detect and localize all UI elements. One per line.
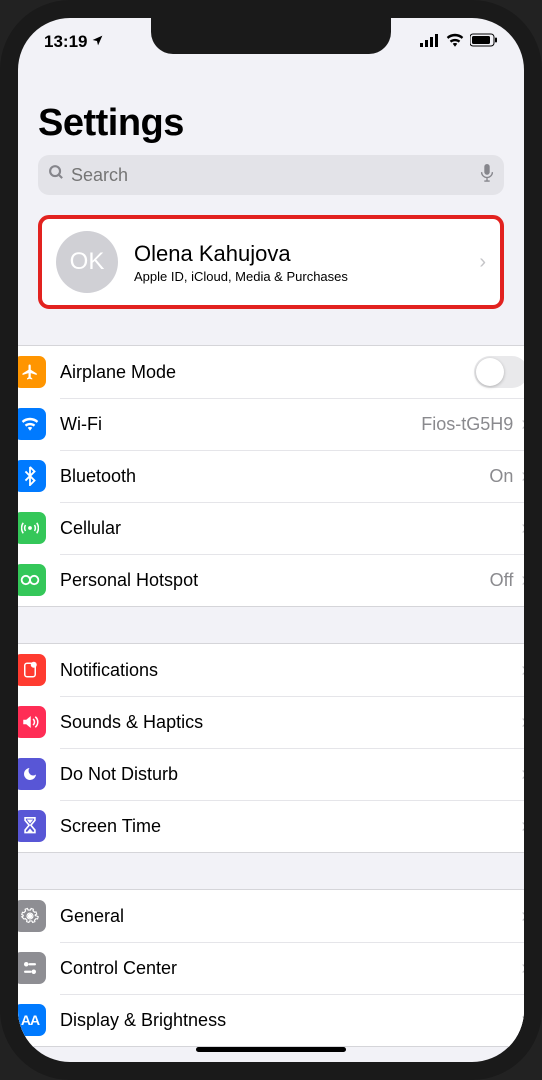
- notifications-row[interactable]: Notifications ›: [18, 643, 524, 696]
- chevron-right-icon: ›: [521, 763, 524, 786]
- battery-icon: [470, 32, 498, 52]
- wifi-row[interactable]: Wi-Fi Fios-tG5H9 ›: [18, 398, 524, 450]
- settings-group-system: General › Control Center › AA Display & …: [18, 889, 524, 1047]
- row-label: Wi-Fi: [60, 414, 421, 435]
- wifi-value: Fios-tG5H9: [421, 414, 513, 435]
- screentime-row[interactable]: Screen Time ›: [18, 800, 524, 853]
- page-title: Settings: [38, 102, 504, 145]
- search-input[interactable]: [71, 165, 474, 186]
- mic-icon[interactable]: [480, 164, 494, 187]
- bluetooth-row[interactable]: Bluetooth On ›: [18, 450, 524, 502]
- chevron-right-icon: ›: [521, 711, 524, 734]
- hourglass-icon: [18, 810, 46, 842]
- row-label: Notifications: [60, 660, 521, 681]
- settings-group-alerts: Notifications › Sounds & Haptics › Do No…: [18, 643, 524, 853]
- chevron-right-icon: ›: [521, 905, 524, 928]
- sounds-icon: [18, 706, 46, 738]
- chevron-right-icon: ›: [521, 569, 524, 592]
- row-label: Personal Hotspot: [60, 570, 490, 591]
- status-time: 13:19: [44, 32, 87, 52]
- airplane-toggle[interactable]: [474, 356, 524, 388]
- chevron-right-icon: ›: [521, 465, 524, 488]
- notifications-icon: [18, 654, 46, 686]
- apple-id-row[interactable]: OK Olena Kahujova Apple ID, iCloud, Medi…: [38, 215, 504, 309]
- airplane-icon: [18, 356, 46, 388]
- profile-name: Olena Kahujova: [134, 241, 348, 267]
- moon-icon: [18, 758, 46, 790]
- cellular-icon: [18, 512, 46, 544]
- row-label: Control Center: [60, 958, 521, 979]
- chevron-right-icon: ›: [521, 659, 524, 682]
- hotspot-value: Off: [490, 570, 514, 591]
- chevron-right-icon: ›: [521, 517, 524, 540]
- device-notch: [151, 18, 391, 54]
- chevron-right-icon: ›: [521, 815, 524, 838]
- airplane-mode-row[interactable]: Airplane Mode: [18, 345, 524, 398]
- row-label: Sounds & Haptics: [60, 712, 521, 733]
- signal-icon: [420, 32, 440, 52]
- row-label: Display & Brightness: [60, 1010, 521, 1031]
- row-label: General: [60, 906, 521, 927]
- bluetooth-value: On: [489, 466, 513, 487]
- home-indicator[interactable]: [196, 1047, 346, 1052]
- text-size-icon: AA: [18, 1004, 46, 1036]
- row-label: Screen Time: [60, 816, 521, 837]
- dnd-row[interactable]: Do Not Disturb ›: [18, 748, 524, 800]
- hotspot-row[interactable]: Personal Hotspot Off ›: [18, 554, 524, 607]
- gear-icon: [18, 900, 46, 932]
- location-icon: [91, 34, 104, 50]
- chevron-right-icon: ›: [479, 251, 486, 274]
- wifi-icon: [446, 32, 464, 52]
- general-row[interactable]: General ›: [18, 889, 524, 942]
- bluetooth-icon: [18, 460, 46, 492]
- chevron-right-icon: ›: [521, 1009, 524, 1032]
- search-icon: [48, 164, 65, 186]
- chevron-right-icon: ›: [521, 957, 524, 980]
- hotspot-icon: [18, 564, 46, 596]
- sliders-icon: [18, 952, 46, 984]
- display-row[interactable]: AA Display & Brightness ›: [18, 994, 524, 1047]
- control-center-row[interactable]: Control Center ›: [18, 942, 524, 994]
- avatar: OK: [56, 231, 118, 293]
- sounds-row[interactable]: Sounds & Haptics ›: [18, 696, 524, 748]
- row-label: Airplane Mode: [60, 362, 474, 383]
- row-label: Do Not Disturb: [60, 764, 521, 785]
- wifi-icon: [18, 408, 46, 440]
- settings-group-connectivity: Airplane Mode Wi-Fi Fios-tG5H9 › Bluetoo…: [18, 345, 524, 607]
- chevron-right-icon: ›: [521, 413, 524, 436]
- row-label: Bluetooth: [60, 466, 489, 487]
- avatar-initials: OK: [70, 248, 105, 276]
- row-label: Cellular: [60, 518, 521, 539]
- search-bar[interactable]: [38, 155, 504, 195]
- profile-subtitle: Apple ID, iCloud, Media & Purchases: [134, 269, 348, 284]
- cellular-row[interactable]: Cellular ›: [18, 502, 524, 554]
